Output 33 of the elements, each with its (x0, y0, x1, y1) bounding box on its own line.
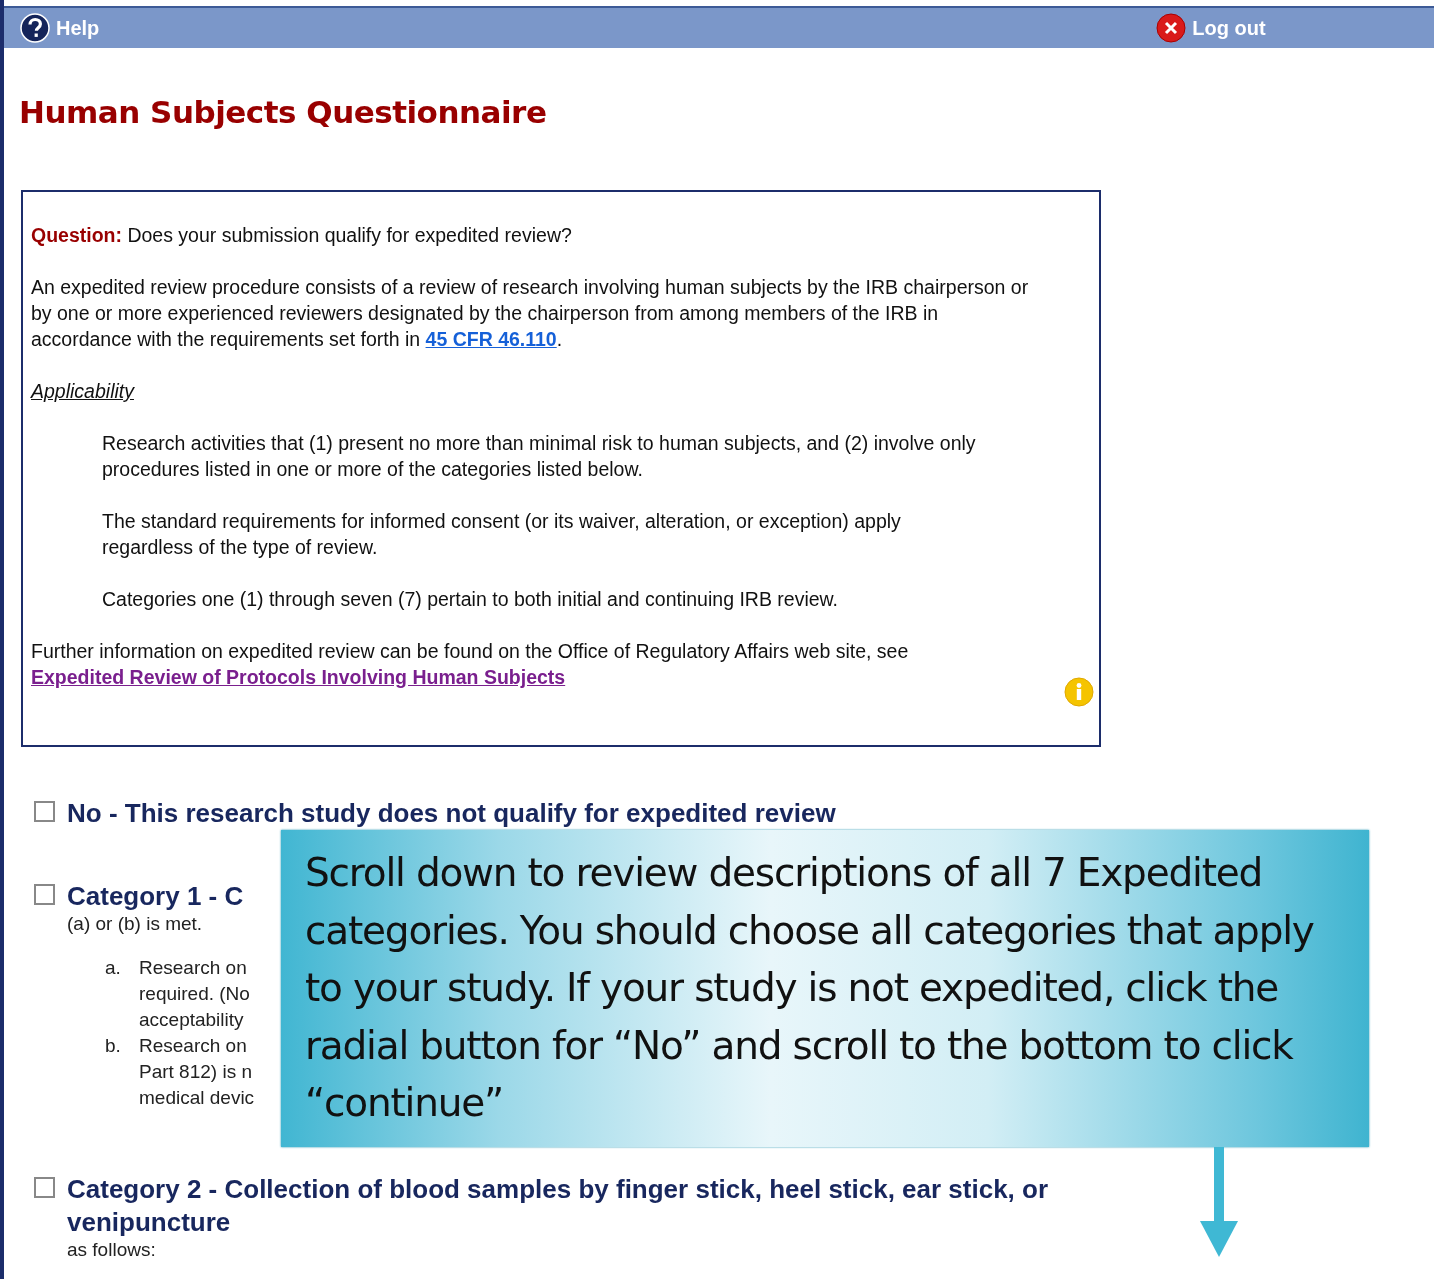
page-title: Human Subjects Questionnaire (19, 94, 548, 130)
checkbox[interactable] (34, 1177, 55, 1198)
item-marker: b. (105, 1034, 122, 1058)
intro-paragraph: An expedited review procedure consists of a review of research involving human subjects by the IRB chairperson or by one or more experienced reviewers designated by the chairperson from among members of the IRB in accordance with the requirements set forth in 45 CFR 46.110. (31, 275, 1030, 352)
applicability-heading: Applicability (31, 379, 136, 404)
applicability-paragraph: Categories one (1) through seven (7) pertain to both initial and continuing IRB review. (102, 587, 839, 612)
option-label: Category 1 - C (67, 880, 245, 913)
further-info-text: Further information on expedited review can be found on the Office of Regulatory Affairs web site, see (31, 639, 910, 664)
checkbox[interactable] (34, 884, 55, 905)
option-description: (a) or (b) is met. (67, 913, 203, 935)
instruction-callout: Scroll down to review descriptions of all 7 Expedited categories. You should choose all categories that apply to your study. If your study is not expedited, click the radial button for “No” and scroll to the bottom to click “continue” (281, 830, 1369, 1147)
down-arrow-icon (1200, 1147, 1238, 1257)
expedited-review-link[interactable]: Expedited Review of Protocols Involving Human Subjects (31, 666, 566, 688)
checkbox[interactable] (34, 801, 55, 822)
item-text: acceptability (139, 1008, 245, 1032)
item-text: Research on (139, 1034, 248, 1058)
item-text: medical devic (139, 1086, 255, 1110)
help-icon (20, 13, 50, 43)
item-text: required. (No (139, 982, 250, 1006)
option-description: as follows: (67, 1239, 156, 1261)
option-label: No - This research study does not qualify for expedited review (67, 797, 837, 830)
applicability-paragraph: The standard requirements for informed consent (or its waiver, alteration, or exception) apply regardless of the type of review. (102, 509, 902, 560)
logout-link[interactable]: Log out (1156, 13, 1266, 43)
item-marker: a. (105, 956, 122, 980)
info-icon (1064, 677, 1094, 707)
item-text: Research on (139, 956, 248, 980)
close-icon (1156, 13, 1187, 43)
question-text: Question: Does your submission qualify for expedited review? (31, 223, 573, 248)
regulation-link[interactable]: 45 CFR 46.110 (425, 328, 557, 350)
option-label: Category 2 - Collection of blood samples by finger stick, heel stick, ear stick, or venipuncture (67, 1173, 1050, 1239)
applicability-paragraph: Research activities that (1) present no more than minimal risk to human subjects, and (2) involve only procedures listed in one or more of the categories listed below. (102, 431, 977, 482)
item-text: Part 812) is n (139, 1060, 253, 1084)
help-link[interactable]: Help (20, 13, 100, 43)
